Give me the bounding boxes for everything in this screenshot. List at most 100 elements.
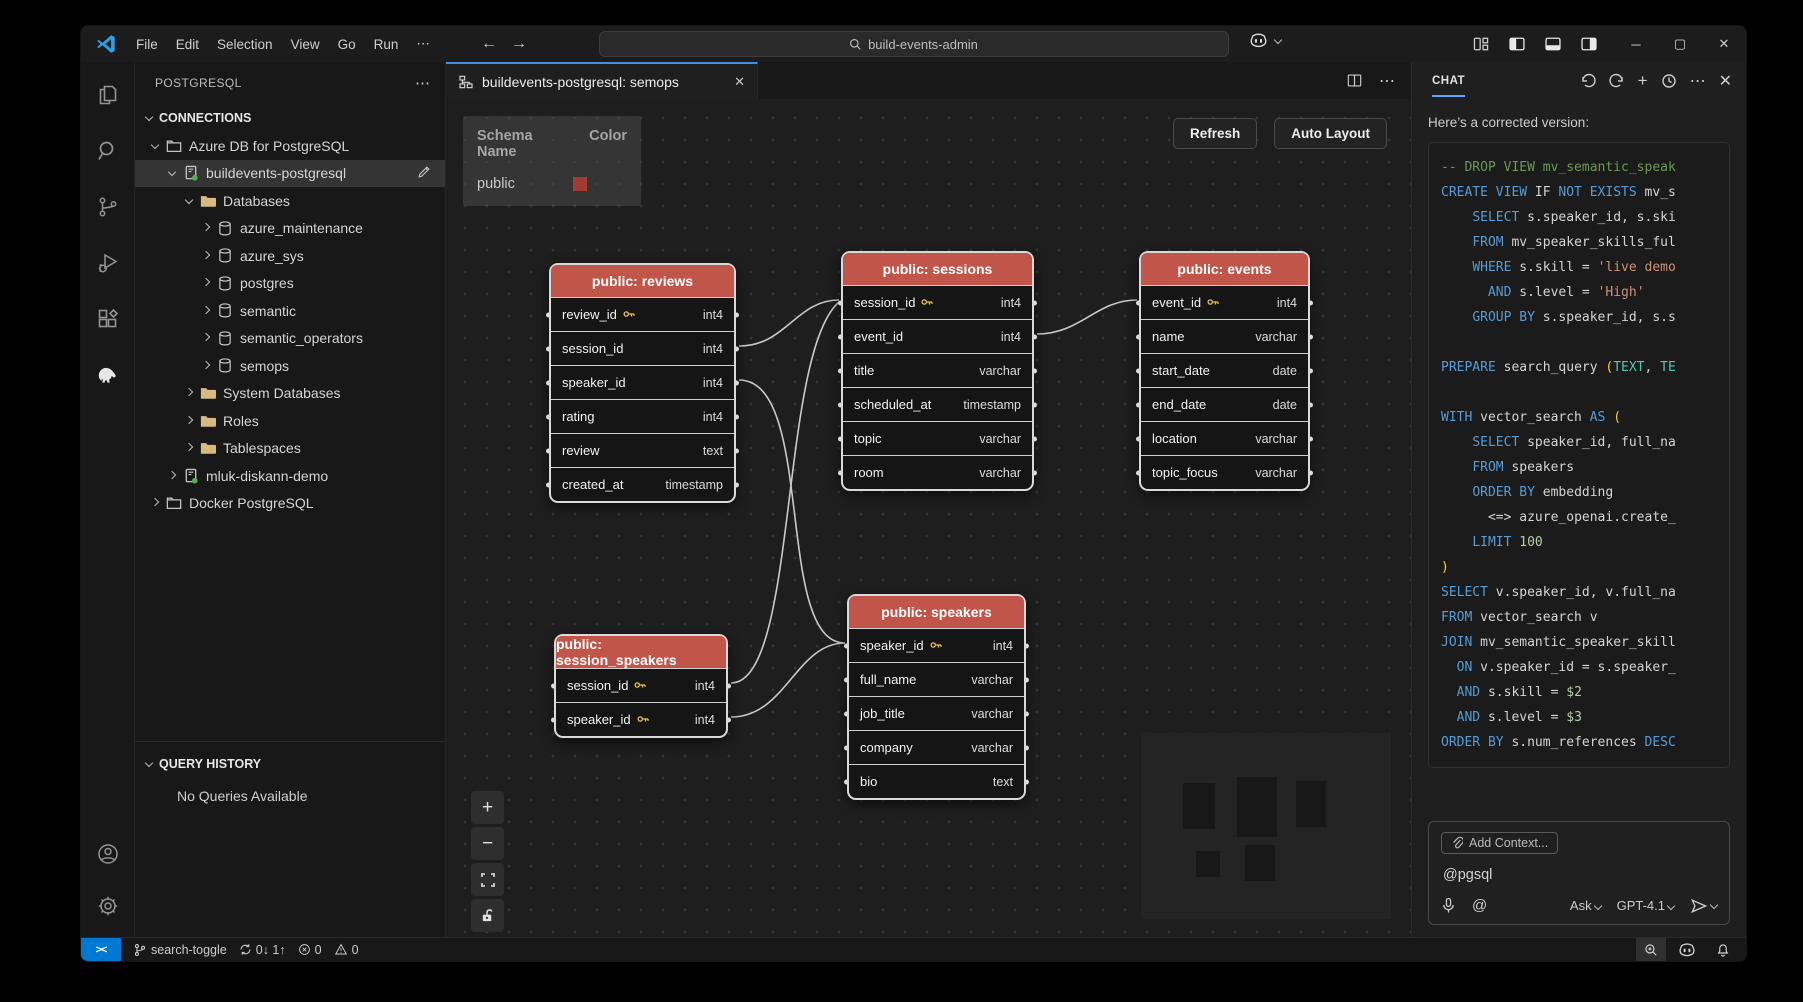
postgresql-view-icon[interactable] (95, 362, 121, 388)
schema-canvas[interactable]: Schema Name Color public Refresh Auto La… (446, 99, 1411, 937)
sidebar-more-icon[interactable]: ⋯ (415, 74, 431, 92)
table-column-event_id[interactable]: event_idint4 (843, 319, 1032, 353)
tree-item-system-databases[interactable]: System Databases (135, 380, 445, 408)
menu-item-run[interactable]: Run (365, 33, 408, 56)
errors-indicator[interactable]: 0 (298, 943, 322, 957)
table-column-rating[interactable]: ratingint4 (551, 399, 734, 433)
table-column-session_id[interactable]: session_idint4 (556, 668, 726, 702)
minimap[interactable] (1141, 733, 1391, 919)
model-select[interactable]: GPT-4.1 (1617, 898, 1674, 913)
tree-item-docker-postgresql[interactable]: Docker PostgreSQL (135, 490, 445, 518)
search-view-icon[interactable] (95, 138, 121, 164)
forward-icon[interactable]: → (511, 35, 527, 53)
sync-indicator[interactable]: 0↓ 1↑ (239, 943, 286, 957)
query-history-header[interactable]: QUERY HISTORY (135, 750, 445, 778)
customize-layout-icon[interactable] (1472, 35, 1490, 53)
add-context-button[interactable]: Add Context... (1441, 832, 1558, 854)
schema-table-public-events[interactable]: public: eventsevent_idint4namevarcharsta… (1139, 251, 1310, 491)
table-column-speaker_id[interactable]: speaker_idint4 (551, 365, 734, 399)
table-column-start_date[interactable]: start_datedate (1141, 353, 1308, 387)
split-editor-icon[interactable] (1346, 72, 1363, 89)
tab-schema-visualizer[interactable]: buildevents-postgresql: semops ✕ (446, 62, 758, 99)
table-column-topic_focus[interactable]: topic_focusvarchar (1141, 455, 1308, 489)
chat-input-box[interactable]: Add Context... @pgsql @ Ask GPT-4.1 (1428, 821, 1730, 925)
lock-button[interactable] (471, 899, 504, 932)
chat-close-icon[interactable]: ✕ (1719, 71, 1732, 91)
remote-indicator[interactable]: >< (81, 938, 121, 961)
tree-item-tablespaces[interactable]: Tablespaces (135, 435, 445, 463)
redo-icon[interactable] (1609, 73, 1625, 89)
chat-code-block[interactable]: -- DROP VIEW mv_semantic_speakCREATE VIE… (1428, 142, 1730, 768)
table-column-location[interactable]: locationvarchar (1141, 421, 1308, 455)
table-header[interactable]: public: reviews (551, 265, 734, 297)
toggle-sidebar-icon[interactable] (1508, 35, 1526, 53)
auto-layout-button[interactable]: Auto Layout (1274, 118, 1387, 149)
chat-more-icon[interactable]: ⋯ (1690, 71, 1706, 91)
toggle-panel-icon[interactable] (1544, 35, 1562, 53)
table-column-speaker_id[interactable]: speaker_idint4 (556, 702, 726, 736)
menu-item-file[interactable]: File (127, 33, 167, 56)
table-column-room[interactable]: roomvarchar (843, 455, 1032, 489)
copilot-status-icon[interactable] (1670, 938, 1704, 961)
tree-item-buildevents-postgresql[interactable]: buildevents-postgresql (135, 160, 445, 188)
tree-item-azure-maintenance[interactable]: azure_maintenance (135, 215, 445, 243)
connections-section-header[interactable]: CONNECTIONS (135, 104, 445, 132)
notifications-bell-icon[interactable] (1708, 938, 1738, 961)
menu-overflow-icon[interactable]: ⋯ (407, 32, 439, 56)
table-column-job_title[interactable]: job_titlevarchar (849, 696, 1024, 730)
extensions-icon[interactable] (95, 306, 121, 332)
table-column-name[interactable]: namevarchar (1141, 319, 1308, 353)
send-button[interactable] (1690, 898, 1717, 914)
tree-item-postgres[interactable]: postgres (135, 270, 445, 298)
command-center-search[interactable]: build-events-admin (599, 31, 1229, 57)
table-column-speaker_id[interactable]: speaker_idint4 (849, 628, 1024, 662)
refresh-button[interactable]: Refresh (1173, 118, 1257, 149)
tab-close-icon[interactable]: ✕ (734, 74, 745, 90)
run-debug-icon[interactable] (95, 250, 121, 276)
menu-item-selection[interactable]: Selection (208, 33, 282, 56)
table-column-title[interactable]: titlevarchar (843, 353, 1032, 387)
table-column-session_id[interactable]: session_idint4 (551, 331, 734, 365)
mic-icon[interactable] (1441, 897, 1456, 914)
table-column-bio[interactable]: biotext (849, 764, 1024, 798)
chat-panel-title[interactable]: CHAT (1432, 65, 1465, 97)
table-column-review_id[interactable]: review_idint4 (551, 297, 734, 331)
table-column-session_id[interactable]: session_idint4 (843, 285, 1032, 319)
table-column-created_at[interactable]: created_attimestamp (551, 467, 734, 501)
table-header[interactable]: public: speakers (849, 596, 1024, 628)
account-icon[interactable] (95, 841, 121, 867)
new-chat-icon[interactable]: + (1638, 71, 1648, 91)
table-header[interactable]: public: sessions (843, 253, 1032, 285)
tree-item-semantic-operators[interactable]: semantic_operators (135, 325, 445, 353)
menu-item-edit[interactable]: Edit (167, 33, 208, 56)
table-header[interactable]: public: session_speakers (556, 636, 726, 668)
table-column-topic[interactable]: topicvarchar (843, 421, 1032, 455)
editor-actions-more-icon[interactable]: ⋯ (1379, 71, 1395, 91)
chat-input-value[interactable]: @pgsql (1443, 867, 1715, 883)
menu-item-go[interactable]: Go (329, 33, 365, 56)
toggle-secondary-sidebar-icon[interactable] (1580, 35, 1598, 53)
zoom-out-button[interactable]: − (471, 827, 504, 860)
source-control-icon[interactable] (95, 194, 121, 220)
table-column-full_name[interactable]: full_namevarchar (849, 662, 1024, 696)
table-column-review[interactable]: reviewtext (551, 433, 734, 467)
zoom-in-button[interactable]: + (471, 791, 504, 824)
history-icon[interactable] (1661, 73, 1677, 89)
tree-item-mluk-diskann-demo[interactable]: mluk-diskann-demo (135, 462, 445, 490)
zoom-status-button[interactable] (1636, 938, 1666, 961)
table-column-scheduled_at[interactable]: scheduled_attimestamp (843, 387, 1032, 421)
copilot-menu[interactable] (1249, 33, 1281, 48)
tree-item-databases[interactable]: Databases (135, 187, 445, 215)
schema-table-public-speakers[interactable]: public: speakersspeaker_idint4full_namev… (847, 594, 1026, 800)
tree-item-roles[interactable]: Roles (135, 407, 445, 435)
minimize-button[interactable]: ─ (1614, 26, 1658, 62)
schema-table-public-session_speakers[interactable]: public: session_speakerssession_idint4sp… (554, 634, 728, 738)
edit-connection-icon[interactable] (417, 165, 431, 182)
explorer-icon[interactable] (95, 82, 121, 108)
tree-item-semops[interactable]: semops (135, 352, 445, 380)
schema-table-public-sessions[interactable]: public: sessionssession_idint4event_idin… (841, 251, 1034, 491)
table-column-end_date[interactable]: end_datedate (1141, 387, 1308, 421)
table-column-event_id[interactable]: event_idint4 (1141, 285, 1308, 319)
settings-gear-icon[interactable] (95, 893, 121, 919)
fit-view-button[interactable] (471, 863, 504, 896)
